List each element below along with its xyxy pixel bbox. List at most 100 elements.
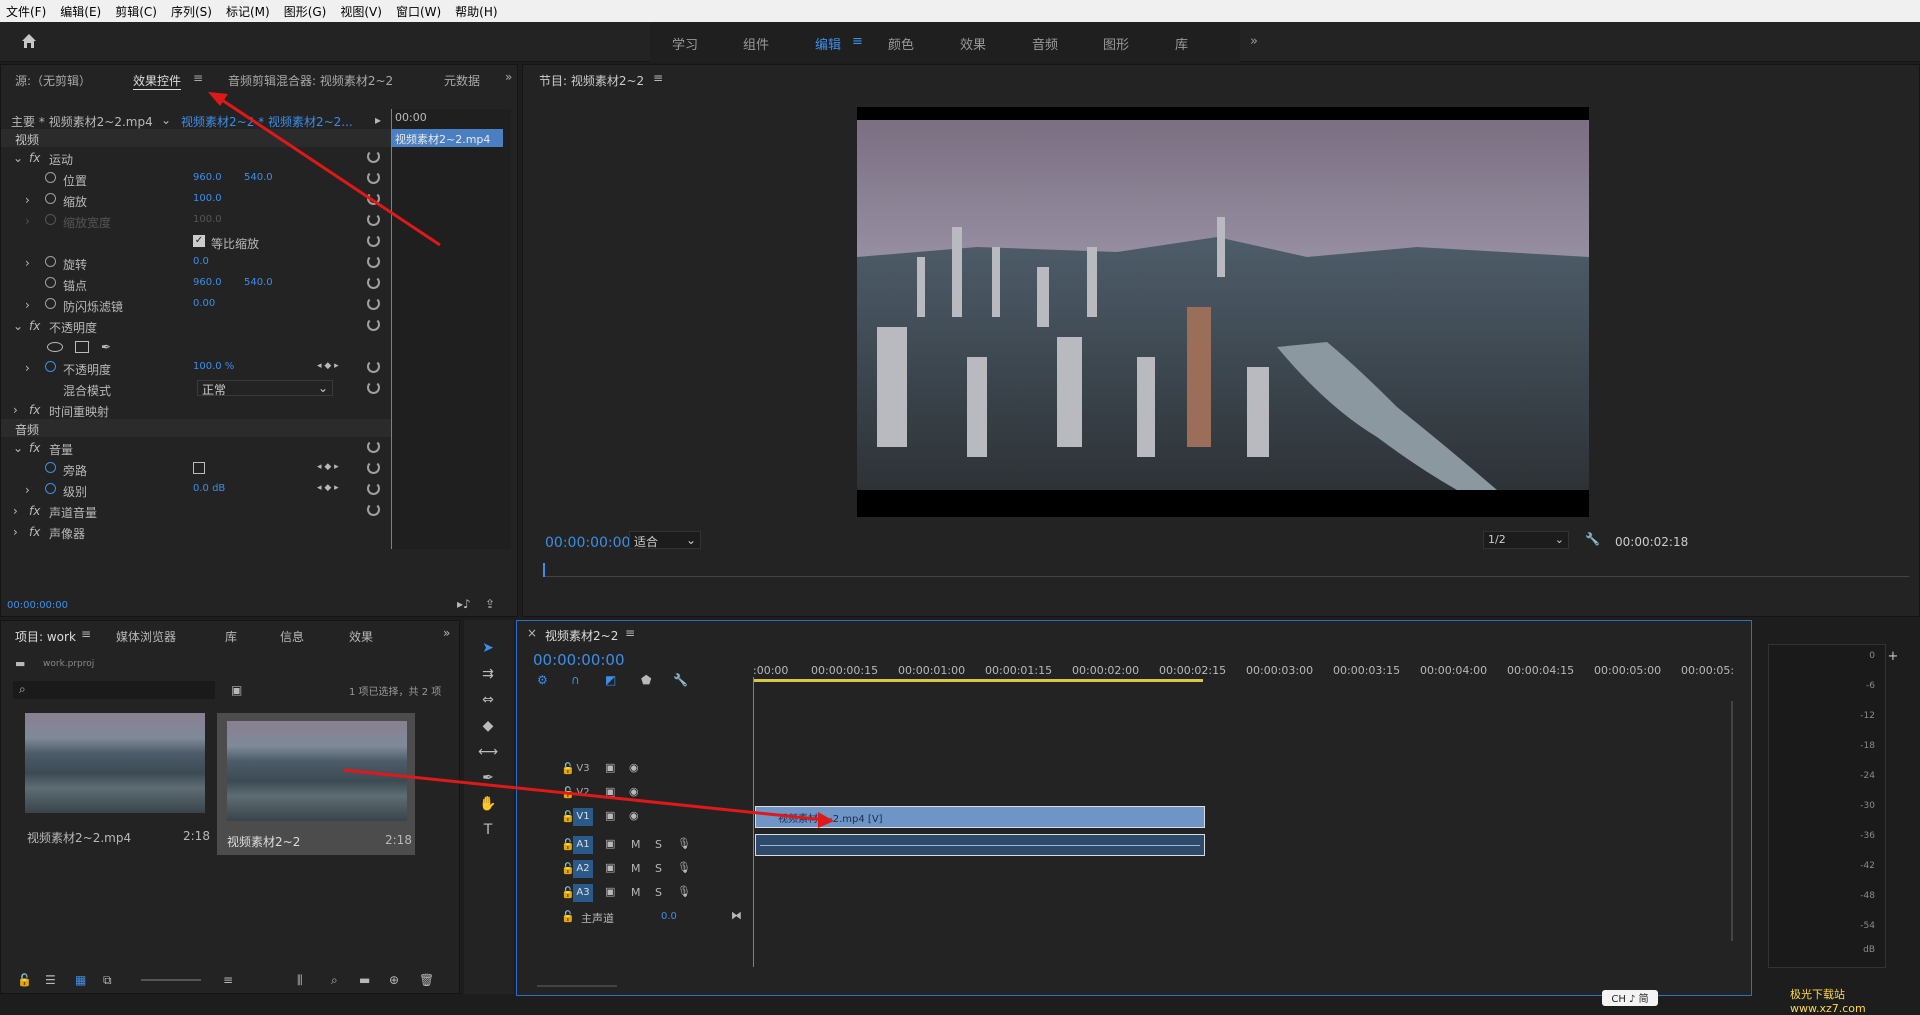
ripple-edit-tool-icon[interactable]: ⇔ <box>478 692 498 712</box>
time-remap-effect[interactable]: 时间重映射 <box>49 403 109 420</box>
solo-button[interactable]: S <box>655 886 662 899</box>
reset-icon[interactable] <box>367 440 380 453</box>
automate-icon[interactable]: ⫼ <box>297 973 303 988</box>
track-label[interactable]: V2 <box>573 784 593 802</box>
sync-lock-icon[interactable]: ▣ <box>605 861 615 874</box>
hand-tool-icon[interactable]: ✋ <box>478 796 498 816</box>
sequence-tab[interactable]: 视频素材2~2 <box>545 627 618 644</box>
menu-view[interactable]: 视图(V) <box>340 3 382 20</box>
fx-icon[interactable]: fx <box>29 151 40 165</box>
reset-icon[interactable] <box>367 234 380 247</box>
track-label[interactable]: V3 <box>573 760 593 778</box>
slip-tool-icon[interactable]: ⟷ <box>478 744 498 764</box>
fx-icon[interactable]: fx <box>29 403 40 417</box>
track-label[interactable]: V1 <box>573 808 593 826</box>
menu-clip[interactable]: 剪辑(C) <box>115 3 157 20</box>
audio-clip[interactable] <box>755 834 1205 856</box>
video-preview[interactable] <box>857 107 1589 517</box>
microphone-icon[interactable]: 🎙 <box>677 837 691 850</box>
workspace-learn[interactable]: 学习 <box>672 34 698 53</box>
scale-value[interactable]: 100.0 <box>193 193 222 204</box>
project-item[interactable]: 视频素材2~2.mp4 2:18 <box>17 713 213 873</box>
sequence-clip-label[interactable]: 视频素材2~2 * 视频素材2~2... <box>181 113 353 130</box>
nest-icon[interactable]: ⚙ <box>537 673 548 687</box>
track-v1[interactable]: 🔓 V1 ▣ ◉ <box>517 805 747 829</box>
anti-flicker-value[interactable]: 0.00 <box>193 298 215 309</box>
sync-lock-icon[interactable]: ▣ <box>605 809 615 822</box>
ellipse-mask-icon[interactable] <box>47 342 63 352</box>
track-label[interactable]: A2 <box>573 860 593 878</box>
reset-icon[interactable] <box>367 213 380 226</box>
track-v3[interactable]: 🔓 V3 ▣ ◉ <box>517 757 747 781</box>
track-master[interactable]: 🔓 主声道 0.0 ⧓ <box>517 905 747 929</box>
menu-sequence[interactable]: 序列(S) <box>171 3 212 20</box>
menu-markers[interactable]: 标记(M) <box>226 3 270 20</box>
stopwatch-icon[interactable] <box>45 298 56 309</box>
checkbox-checked-icon[interactable]: ✓ <box>193 235 205 247</box>
rectangle-mask-icon[interactable] <box>75 341 89 353</box>
menu-file[interactable]: 文件(F) <box>6 3 46 20</box>
reset-icon[interactable] <box>367 381 380 394</box>
stopwatch-icon[interactable] <box>45 256 56 267</box>
ec-timecode[interactable]: 00:00:00:00 <box>7 600 68 611</box>
fx-icon[interactable]: fx <box>29 504 40 518</box>
resolution-select[interactable]: 1/2 ⌄ <box>1483 531 1569 549</box>
selection-tool-icon[interactable]: ➤ <box>478 640 498 660</box>
workspace-audio[interactable]: 音频 <box>1032 34 1058 53</box>
opacity-effect[interactable]: 不透明度 <box>49 319 97 336</box>
volume-effect[interactable]: 音量 <box>49 441 73 458</box>
type-tool-icon[interactable]: T <box>478 822 498 842</box>
menu-graphics[interactable]: 图形(G) <box>284 3 327 20</box>
reset-icon[interactable] <box>367 276 380 289</box>
stopwatch-icon[interactable] <box>45 462 56 473</box>
reset-icon[interactable] <box>367 255 380 268</box>
timeline-playhead[interactable] <box>753 677 754 967</box>
master-value[interactable]: 0.0 <box>661 911 677 922</box>
channel-volume-effect[interactable]: 声道音量 <box>49 504 97 521</box>
reset-icon[interactable] <box>367 503 380 516</box>
reset-icon[interactable] <box>367 482 380 495</box>
eye-icon[interactable]: ◉ <box>629 785 639 798</box>
blend-mode-select[interactable]: 正常 ⌄ <box>197 380 333 397</box>
more-workspaces-icon[interactable]: » <box>1250 34 1258 49</box>
fx-icon[interactable]: fx <box>29 441 40 455</box>
fx-icon[interactable]: fx <box>29 319 40 333</box>
track-a3[interactable]: 🔓 A3 ▣ M S 🎙 <box>517 881 747 905</box>
panel-menu-icon[interactable]: ≡ <box>81 627 91 641</box>
zoom-slider[interactable] <box>141 979 201 981</box>
workspace-graphics[interactable]: 图形 <box>1103 34 1129 53</box>
tab-audio-clip-mixer[interactable]: 音频剪辑混合器: 视频素材2~2 <box>228 72 393 89</box>
ec-clip-bar[interactable]: 视频素材2~2.mp4 <box>391 129 503 147</box>
reset-icon[interactable] <box>367 461 380 474</box>
icon-view-icon[interactable]: ▦ <box>75 973 86 987</box>
sync-lock-icon[interactable]: ▣ <box>605 837 615 850</box>
play-triangle-icon[interactable]: ▸ <box>375 113 381 127</box>
bypass-checkbox[interactable] <box>193 462 205 474</box>
wrench-icon[interactable]: 🔧 <box>1585 532 1600 546</box>
lock-icon[interactable]: 🔓 <box>17 973 32 987</box>
eye-icon[interactable]: ◉ <box>629 761 639 774</box>
snap-icon[interactable]: ∩ <box>571 673 580 687</box>
reset-icon[interactable] <box>367 297 380 310</box>
sync-lock-icon[interactable]: ▣ <box>605 761 615 774</box>
reset-icon[interactable] <box>367 360 380 373</box>
new-bin-from-search-icon[interactable]: ▣ <box>231 683 242 697</box>
stopwatch-icon[interactable] <box>45 483 56 494</box>
anchor-y-value[interactable]: 540.0 <box>244 277 273 288</box>
freeform-view-icon[interactable]: ⧉ <box>103 973 112 988</box>
tab-project[interactable]: 项目: work <box>15 628 76 645</box>
tab-effect-controls[interactable]: 效果控件 <box>133 72 182 90</box>
more-tabs-icon[interactable]: » <box>443 626 450 640</box>
tab-libraries[interactable]: 库 <box>225 628 237 645</box>
close-icon[interactable]: × <box>527 626 537 640</box>
microphone-icon[interactable]: 🎙 <box>677 885 691 898</box>
project-item-selected[interactable]: 视频素材2~2 2:18 <box>217 713 415 855</box>
menu-window[interactable]: 窗口(W) <box>396 3 441 20</box>
mute-button[interactable]: M <box>631 886 641 899</box>
button-editor-icon[interactable]: + <box>1883 649 1903 669</box>
home-icon[interactable] <box>20 32 38 50</box>
master-clip-label[interactable]: 主要 * 视频素材2~2.mp4 <box>11 113 153 130</box>
fx-icon[interactable]: fx <box>29 525 40 539</box>
rotation-value[interactable]: 0.0 <box>193 256 209 267</box>
position-x-value[interactable]: 960.0 <box>193 172 222 183</box>
